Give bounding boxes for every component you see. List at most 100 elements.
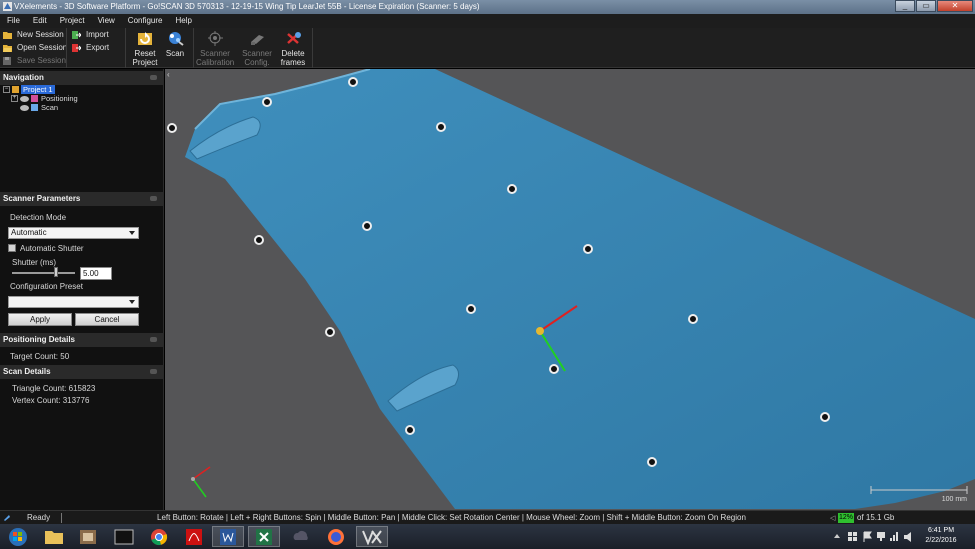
scan-details-header[interactable]: Scan Details [0,365,164,379]
automatic-shutter-label: Automatic Shutter [20,244,84,253]
save-session-label: Save Session [17,56,66,65]
taskbar-clock[interactable]: 6:41 PM 2/22/2016 [921,526,961,546]
tree-item-positioning[interactable]: + Positioning [3,94,78,103]
menu-file[interactable]: File [0,14,26,28]
cloud-sync-icon [293,530,308,540]
config-label-line1: Scanner [242,49,272,58]
expand-tree-icon[interactable]: + [11,95,18,102]
scanner-parameters-header[interactable]: Scanner Parameters [0,192,164,206]
shutter-slider-track[interactable] [12,272,75,274]
maximize-button[interactable]: ▭ [916,0,936,12]
wing-scan-mesh [185,69,975,509]
minimize-button[interactable]: _ [895,0,915,12]
apply-button[interactable]: Apply [8,313,72,326]
show-hidden-icons[interactable] [834,534,840,538]
target-marker [262,97,272,107]
tray-icons[interactable] [830,524,920,549]
taskbar-chrome[interactable] [143,526,175,547]
menu-edit[interactable]: Edit [26,14,53,28]
collapse-panel-icon[interactable]: ‹ [167,70,170,79]
menu-bar: File Edit Project View Configure Help [0,14,975,28]
memory-percent: 12% [838,513,854,523]
configuration-preset-select[interactable] [8,296,139,308]
file-group: Import Export [72,28,109,54]
taskbar-explorer[interactable] [38,526,70,547]
target-marker [167,123,177,133]
clock-time: 6:41 PM [927,527,955,534]
vertex-count: Vertex Count: 313776 [12,396,90,405]
visibility-eye-icon[interactable] [20,95,29,102]
import-button[interactable]: Import [72,28,109,41]
scanner-status-icon [4,515,10,521]
taskbar-word[interactable] [212,526,244,547]
toolbar-separator [66,28,67,68]
delete-label-line2: frames [280,58,306,67]
scan-icon [168,32,184,46]
3d-viewport[interactable]: ‹ 100 mm [165,69,975,510]
scale-bar-label: 100 mm [941,496,967,503]
close-button[interactable]: ✕ [937,0,973,12]
collapse-tree-icon[interactable]: − [3,86,10,93]
shutter-input[interactable]: 5.00 [80,267,112,280]
visibility-eye-icon[interactable] [20,104,29,111]
positioning-details-header[interactable]: Positioning Details [0,333,164,347]
positioning-label: Positioning [41,94,78,103]
scanner-config-button[interactable]: Scanner Config. [238,28,276,68]
new-session-button[interactable]: New Session [3,28,67,41]
navigation-header[interactable]: Navigation [0,71,164,85]
menu-view[interactable]: View [91,14,121,28]
open-folder-icon [3,44,12,52]
network-icon[interactable] [877,532,885,538]
collapse-icon[interactable] [150,337,157,342]
menu-configure[interactable]: Configure [121,14,169,28]
scan-mesh-icon [31,104,38,111]
taskbar-excel[interactable] [248,526,280,547]
memory-total: of 15.1 Gb [857,513,895,522]
delete-label-line1: Delete [281,49,305,58]
target-marker [348,77,358,87]
taskbar-app2[interactable] [285,526,317,547]
delete-frames-icon [286,32,301,44]
open-session-button[interactable]: Open Session [3,41,67,54]
taskbar-terminal[interactable] [108,526,140,547]
app-icon [80,529,96,544]
taskbar-acrobat[interactable] [178,526,210,547]
taskbar-app[interactable] [72,526,104,547]
firefox-icon [328,528,344,545]
checkbox-icon[interactable] [12,86,19,93]
scan-details-title: Scan Details [3,367,51,376]
chrome-icon [151,528,168,545]
status-divider [61,513,62,523]
tree-item-scan[interactable]: Scan [3,103,78,112]
positioning-icon [31,95,38,102]
menu-help[interactable]: Help [168,14,197,28]
start-button[interactable] [2,526,34,547]
taskbar-vxelements[interactable] [356,526,388,547]
automatic-shutter-checkbox[interactable] [8,244,16,252]
config-label-line2: Config. [244,58,270,67]
target-marker [436,122,446,132]
tray-windows-icon[interactable] [848,532,852,536]
cancel-button[interactable]: Cancel [75,313,139,326]
detection-mode-select[interactable]: Automatic [8,227,139,239]
mouse-hints: Left Button: Rotate | Left + Right Butto… [157,513,746,522]
collapse-icon[interactable] [150,196,157,201]
signal-icon[interactable] [890,532,898,541]
shutter-slider-thumb[interactable] [54,267,59,277]
system-tray [830,524,920,549]
save-session-button[interactable]: Save Session [3,54,67,67]
collapse-icon[interactable] [150,369,157,374]
tree-item-project[interactable]: − Project 1 [3,85,78,94]
chevron-down-icon [129,300,135,304]
collapse-icon[interactable] [150,75,157,80]
menu-project[interactable]: Project [53,14,91,28]
action-center-flag-icon[interactable] [863,531,872,542]
windows-logo-icon [9,527,27,546]
delete-frames-button[interactable]: Delete frames [274,28,312,68]
volume-icon[interactable] [904,532,911,542]
scanner-calibration-button[interactable]: Scanner Calibration [196,28,234,68]
status-ready: Ready [27,513,51,522]
taskbar-firefox[interactable] [320,526,352,547]
scan-button[interactable]: Scan [156,28,194,68]
export-button[interactable]: Export [72,41,109,54]
